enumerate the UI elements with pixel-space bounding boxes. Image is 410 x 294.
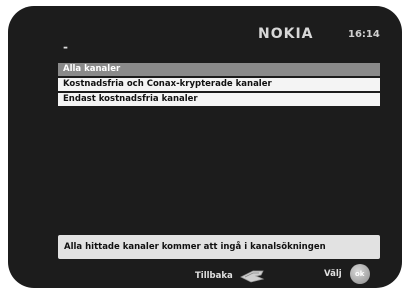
clock: 16:14	[348, 29, 380, 40]
select-label: Välj	[324, 269, 342, 279]
select-button[interactable]: Välj ok	[324, 264, 370, 284]
back-button[interactable]: Tillbaka	[195, 268, 265, 284]
back-arrow-icon	[239, 270, 264, 283]
ok-icon: ok	[349, 264, 370, 284]
menu-item-all-channels[interactable]: Alla kanaler	[58, 63, 380, 76]
tv-screen: NOKIA 16:14 - Alla kanaler Kostnadsfria …	[8, 6, 402, 288]
brand-logo: NOKIA	[258, 26, 314, 42]
info-box: Alla hittade kanaler kommer att ingå i k…	[58, 235, 380, 259]
menu-item-free-only[interactable]: Endast kostnadsfria kanaler	[58, 93, 380, 106]
back-label: Tillbaka	[195, 271, 233, 281]
page-title: -	[63, 40, 68, 54]
menu-item-free-and-conax[interactable]: Kostnadsfria och Conax-krypterade kanale…	[58, 78, 380, 91]
channel-filter-menu: Alla kanaler Kostnadsfria och Conax-kryp…	[58, 63, 380, 108]
